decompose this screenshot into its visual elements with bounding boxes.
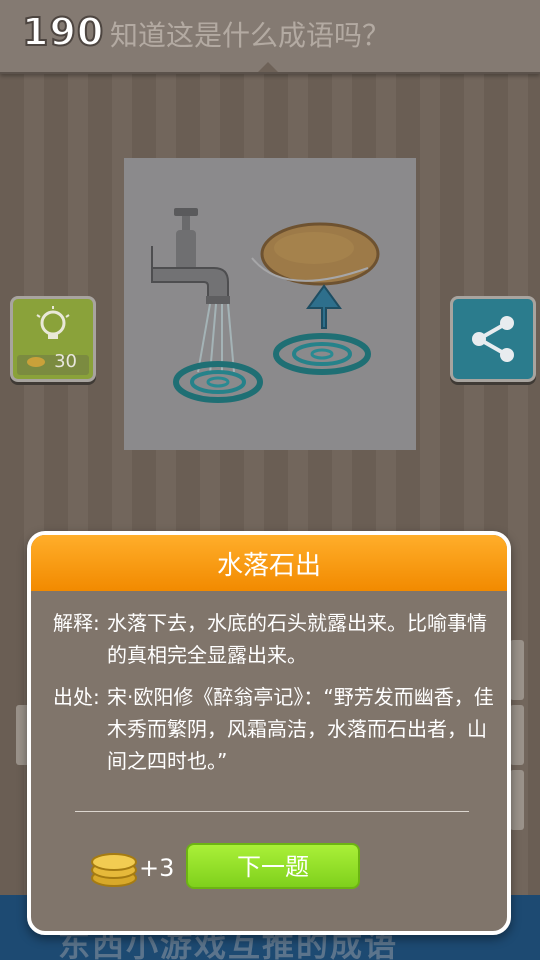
source-label: 出处: (53, 685, 100, 709)
coins-icon (91, 853, 137, 887)
coin-icon (27, 357, 45, 367)
puzzle-image (124, 158, 416, 450)
lightbulb-icon (36, 306, 70, 339)
top-bar: 190 知道这是什么成语吗？ (0, 0, 540, 74)
explanation-section: 解释: 水落下去，水底的石头就露出来。比喻事情的真相完全显露出来。 (53, 607, 493, 671)
question-text: 知道这是什么成语吗？ (110, 19, 391, 52)
header-notch (258, 62, 278, 72)
explanation-label: 解释: (53, 611, 100, 635)
explanation-text: 水落下去，水底的石头就露出来。比喻事情的真相完全显露出来。 (107, 611, 487, 667)
source-text: 宋·欧阳修《醉翁亭记》：“野芳发而幽香，佳木秀而繁阴，风霜高洁，水落而石出者，山… (107, 685, 494, 773)
faucet-and-stone-illustration (124, 158, 416, 450)
hint-cost-bar: 30 (17, 351, 89, 375)
level-number: 190 (21, 9, 105, 55)
hint-button[interactable]: 30 (10, 296, 96, 382)
share-icon (472, 316, 514, 362)
reward-amount: +3 (139, 854, 175, 882)
hint-cost: 30 (54, 351, 77, 372)
letter-tile (510, 770, 524, 830)
divider (75, 811, 469, 812)
letter-tile (510, 640, 524, 700)
next-question-button[interactable]: 下一题 (186, 843, 360, 889)
answer-dialog: 水落石出 解释: 水落下去，水底的石头就露出来。比喻事情的真相完全显露出来。 出… (27, 531, 511, 935)
idiom-title: 水落石出 (31, 535, 507, 591)
letter-tile (510, 705, 524, 765)
source-section: 出处: 宋·欧阳修《醉翁亭记》：“野芳发而幽香，佳木秀而繁阴，风霜高洁，水落而石… (53, 681, 494, 777)
share-button[interactable] (450, 296, 536, 382)
